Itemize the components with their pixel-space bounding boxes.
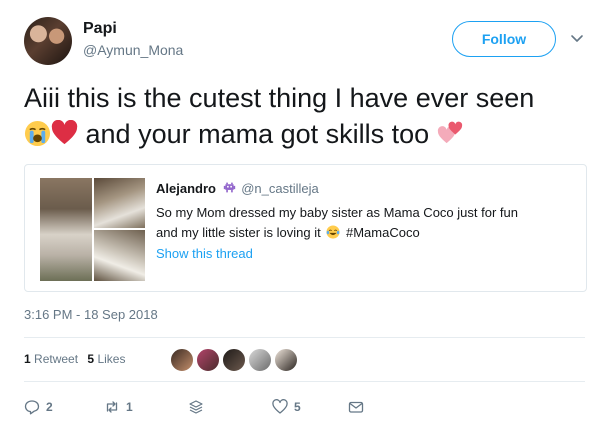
avatar[interactable] xyxy=(24,17,72,65)
quoted-tweet[interactable]: Alejandro @n_castilleja So my Mom dresse… xyxy=(24,164,587,292)
likes-label: Likes xyxy=(97,352,126,366)
reply-button[interactable]: 2 xyxy=(24,397,53,417)
divider-top xyxy=(24,337,585,338)
liker-avatar-1[interactable] xyxy=(170,348,194,372)
tweet-header: Papi @Aymun_Mona Follow xyxy=(24,17,584,65)
reply-count: 2 xyxy=(46,400,53,414)
tweet-actions: 2 1 5 xyxy=(24,397,444,417)
divider-bottom xyxy=(24,381,585,382)
heart-icon xyxy=(272,399,288,414)
likes-count: 5 xyxy=(87,352,95,366)
quoted-user-handle: @n_castilleja xyxy=(241,181,319,196)
quoted-tweet-header: Alejandro @n_castilleja xyxy=(156,181,319,196)
tweet-text-line-1: Aiii this is the cutest thing I have eve… xyxy=(24,83,535,113)
quoted-tweet-photos[interactable] xyxy=(40,178,145,281)
revolving-hearts-icon xyxy=(437,121,462,144)
red-heart-icon xyxy=(51,120,78,145)
tweet-stats: 1 Retweet 5 Likes xyxy=(24,352,131,366)
chevron-down-icon[interactable] xyxy=(570,31,584,45)
tweet-text: Aiii this is the cutest thing I have eve… xyxy=(24,80,574,152)
liker-avatar-4[interactable] xyxy=(248,348,272,372)
user-name[interactable]: Papi xyxy=(83,20,117,38)
like-count: 5 xyxy=(294,400,301,414)
quoted-text-line-2-text: and my little sister is loving it xyxy=(156,225,321,240)
quoted-tweet-text: So my Mom dressed my baby sister as Mama… xyxy=(156,203,566,243)
reply-icon xyxy=(24,400,40,415)
quoted-user-name: Alejandro xyxy=(156,181,216,196)
quoted-photo-3[interactable] xyxy=(94,230,145,281)
liker-avatar-5[interactable] xyxy=(274,348,298,372)
quoted-text-line-1: So my Mom dressed my baby sister as Mama… xyxy=(156,205,518,220)
quoted-photo-1[interactable] xyxy=(40,178,92,281)
retweet-count: 1 xyxy=(126,400,133,414)
likes-stat[interactable]: 5 Likes xyxy=(87,352,125,366)
quoted-photo-2[interactable] xyxy=(94,178,145,228)
retweet-button[interactable]: 1 xyxy=(104,397,133,417)
tweet-text-line-2: and your mama got skills too xyxy=(24,116,574,152)
quoted-hashtag[interactable]: #MamaCoco xyxy=(346,225,420,240)
tweet-text-line-2-text: and your mama got skills too xyxy=(85,119,430,149)
loudly-crying-face-icon xyxy=(24,120,51,147)
liker-avatar-2[interactable] xyxy=(196,348,220,372)
retweets-label: Retweet xyxy=(34,352,79,366)
follow-button[interactable]: Follow xyxy=(452,21,556,57)
user-handle[interactable]: @Aymun_Mona xyxy=(83,42,183,58)
envelope-icon xyxy=(348,401,364,413)
alien-monster-icon xyxy=(223,182,235,193)
like-button[interactable]: 5 xyxy=(272,397,301,417)
direct-message-button[interactable] xyxy=(348,397,364,417)
share-stack-button[interactable] xyxy=(188,397,204,417)
liker-avatar-3[interactable] xyxy=(222,348,246,372)
tweet-timestamp[interactable]: 3:16 PM - 18 Sep 2018 xyxy=(24,307,158,322)
show-thread-link[interactable]: Show this thread xyxy=(156,246,253,261)
quoted-text-line-2: and my little sister is loving it #MamaC… xyxy=(156,223,566,243)
tears-of-joy-icon xyxy=(326,225,340,239)
retweets-count: 1 xyxy=(24,352,31,366)
retweets-stat[interactable]: 1 Retweet xyxy=(24,352,78,366)
layers-icon xyxy=(189,400,203,414)
retweet-icon xyxy=(106,401,118,413)
